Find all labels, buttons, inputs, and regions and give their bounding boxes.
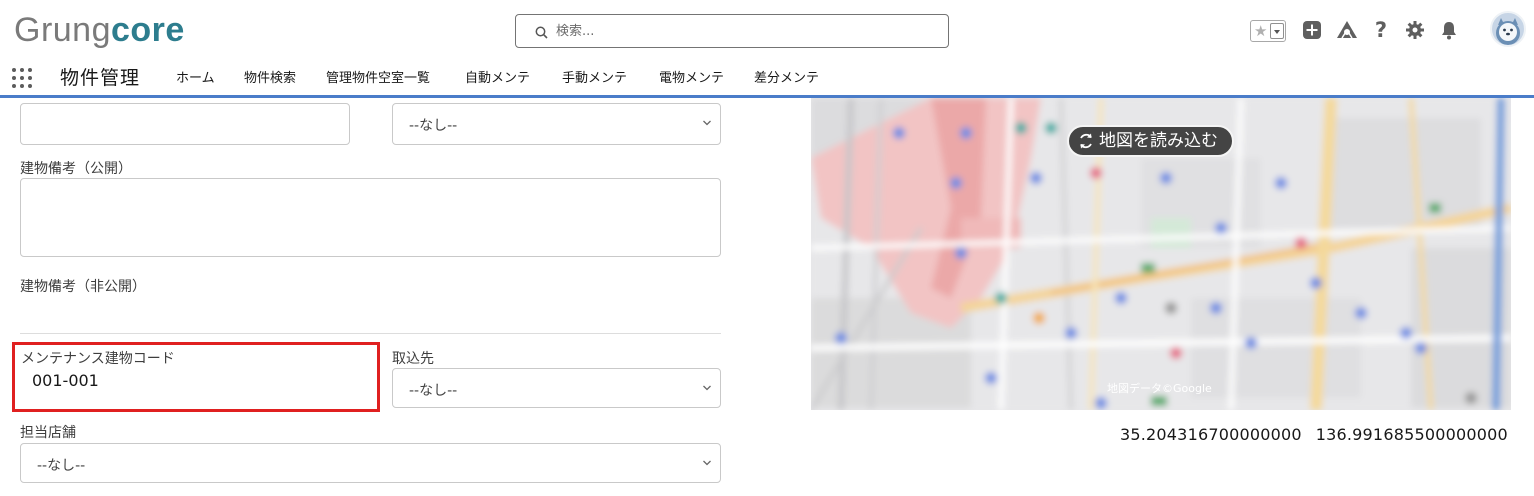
- chevron-down-icon: [703, 460, 711, 466]
- logo-text-grung: Grung: [14, 11, 111, 49]
- user-avatar-icon[interactable]: [1490, 11, 1526, 47]
- nav-item-manual-maintenance[interactable]: 手動メンテ: [562, 70, 627, 88]
- chevron-down-icon: [703, 120, 711, 126]
- longitude-value: 136.991685500000000: [1315, 425, 1508, 444]
- latitude-value: 35.204316700000000: [1120, 425, 1302, 444]
- app-nav-bar: 物件管理 ホーム 物件検索 管理物件空室一覧 自動メンテ 手動メンテ 電物メンテ…: [0, 60, 1534, 98]
- search-input[interactable]: [556, 17, 936, 45]
- help-icon[interactable]: ?: [1369, 18, 1393, 42]
- label-building-note-public: 建物備考（公開）: [20, 161, 132, 177]
- label-store: 担当店舗: [20, 425, 76, 441]
- label-building-note-private: 建物備考（非公開）: [20, 279, 146, 295]
- map-coordinates: 35.204316700000000 136.991685500000000: [1120, 425, 1508, 444]
- search-icon: [535, 26, 548, 39]
- store-select[interactable]: --なし--: [20, 443, 721, 483]
- global-header: Grungcore ★ ?: [0, 0, 1534, 60]
- load-map-label: 地図を読み込む: [1099, 131, 1218, 151]
- map-preview[interactable]: 地図を読み込む 地図データ©Google: [811, 98, 1511, 410]
- label-import-source: 取込先: [392, 351, 434, 367]
- logo-text-core: core: [111, 11, 185, 49]
- notifications-bell-icon[interactable]: [1437, 18, 1461, 42]
- setup-gear-icon[interactable]: [1403, 18, 1427, 42]
- load-map-button[interactable]: 地図を読み込む: [1067, 125, 1234, 157]
- nav-item-diff-maintenance[interactable]: 差分メンテ: [754, 70, 819, 88]
- import-source-value: --なし--: [409, 383, 458, 399]
- nav-item-auto-maintenance[interactable]: 自動メンテ: [465, 70, 530, 88]
- text-input-top[interactable]: [20, 103, 350, 145]
- global-search-box[interactable]: [515, 14, 949, 48]
- favorites-star-icon[interactable]: ★: [1254, 22, 1267, 40]
- map-credit: 地図データ©Google: [1107, 382, 1212, 395]
- app-launcher-icon[interactable]: [12, 68, 32, 88]
- top-select[interactable]: --なし--: [392, 103, 721, 145]
- header-utility-icons: ★ ?: [1234, 0, 1534, 60]
- top-select-value: --なし--: [409, 118, 458, 134]
- section-divider: [20, 333, 721, 334]
- trailhead-icon[interactable]: [1335, 18, 1359, 42]
- maintenance-code-value: 001-001: [32, 371, 99, 390]
- favorites-dropdown-icon[interactable]: [1270, 23, 1284, 39]
- import-source-select[interactable]: --なし--: [392, 368, 721, 408]
- app-name: 物件管理: [60, 67, 141, 89]
- building-note-public-textarea[interactable]: [20, 178, 721, 257]
- label-maintenance-code: メンテナンス建物コード: [21, 351, 175, 367]
- nav-item-home[interactable]: ホーム: [176, 70, 215, 88]
- app-logo[interactable]: Grungcore: [14, 10, 185, 50]
- chevron-down-icon: [703, 385, 711, 391]
- favorites-button[interactable]: ★: [1250, 20, 1286, 42]
- nav-item-electric-maintenance[interactable]: 電物メンテ: [659, 70, 724, 88]
- refresh-icon: [1080, 133, 1092, 149]
- nav-item-vacancy-list[interactable]: 管理物件空室一覧: [326, 70, 430, 88]
- add-icon[interactable]: [1300, 18, 1324, 42]
- store-value: --なし--: [37, 458, 86, 474]
- nav-item-property-search[interactable]: 物件検索: [244, 70, 296, 88]
